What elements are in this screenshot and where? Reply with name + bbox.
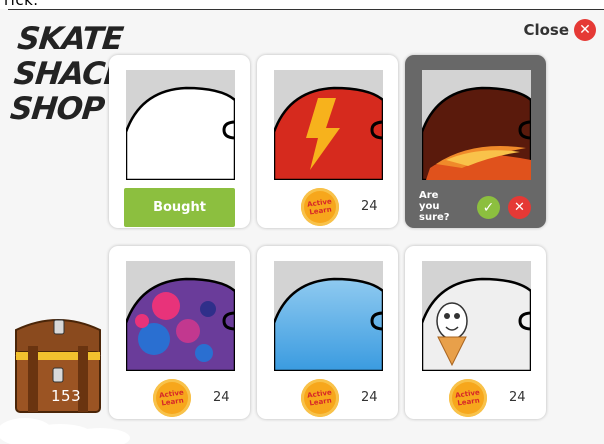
title-line: SKATE [15, 21, 125, 57]
price-value: 24 [361, 390, 378, 405]
helmet-blue-icon [274, 261, 383, 371]
helmet-thumbnail [126, 261, 235, 371]
active-learn-coin-icon: Active Learn [301, 379, 339, 417]
treasure-chest-icon[interactable]: 153 [10, 312, 106, 414]
price-row: Active Learn 24 [109, 377, 250, 417]
helmet-card-paint-splatter[interactable]: Active Learn 24 [109, 246, 250, 419]
shop-screen: rick. SKATE SHACK SHOP Close ✕ Bought Ac… [0, 0, 604, 444]
top-divider [8, 9, 604, 10]
helmet-flames-icon [422, 70, 531, 180]
helmet-card-lightning[interactable]: Active Learn 24 [257, 55, 398, 228]
close-label: Close [523, 21, 569, 39]
price-row: Active Learn 24 [257, 377, 398, 417]
helmet-lightning-icon [274, 70, 383, 180]
helmet-card-plain-white[interactable]: Bought [109, 55, 250, 228]
helmet-card-plain-blue[interactable]: Active Learn 24 [257, 246, 398, 419]
helmet-thumbnail [274, 261, 383, 371]
active-learn-coin-icon: Active Learn [153, 379, 191, 417]
helmet-paint-splatter-icon [126, 261, 235, 371]
close-button[interactable]: Close ✕ [523, 19, 596, 41]
price-value: 24 [509, 390, 526, 405]
price-row: Active Learn 24 [257, 186, 398, 226]
title-line: SHOP [8, 91, 106, 127]
active-learn-coin-icon: Active Learn [449, 379, 487, 417]
close-circle-icon: ✕ [574, 19, 596, 41]
active-learn-coin-icon: Active Learn [301, 188, 339, 226]
helmet-white-icon [126, 70, 235, 180]
coin-count: 153 [51, 387, 82, 405]
cloud-decoration [0, 418, 130, 444]
coin-label: Active Learn [306, 197, 333, 217]
helmet-card-ice-cream[interactable]: Active Learn 24 [405, 246, 546, 419]
price-row: Active Learn 24 [405, 377, 546, 417]
confirm-question: Are you sure? [419, 190, 450, 223]
x-icon[interactable]: ✕ [508, 196, 531, 219]
helmet-thumbnail [422, 70, 531, 180]
helmet-ice-cream-icon [422, 261, 531, 371]
coin-label: Active Learn [454, 388, 481, 408]
helmet-thumbnail [126, 70, 235, 180]
helmet-card-flames[interactable]: Are you sure? ✓ ✕ [405, 55, 546, 228]
clipped-caption: rick. [0, 0, 604, 9]
price-value: 24 [213, 390, 230, 405]
coin-label: Active Learn [306, 388, 333, 408]
helmet-thumbnail [274, 70, 383, 180]
helmet-thumbnail [422, 261, 531, 371]
price-value: 24 [361, 199, 378, 214]
purchase-confirmation: Are you sure? ✓ ✕ [405, 186, 546, 226]
check-icon[interactable]: ✓ [477, 196, 500, 219]
bought-button[interactable]: Bought [124, 188, 235, 227]
coin-label: Active Learn [158, 388, 185, 408]
